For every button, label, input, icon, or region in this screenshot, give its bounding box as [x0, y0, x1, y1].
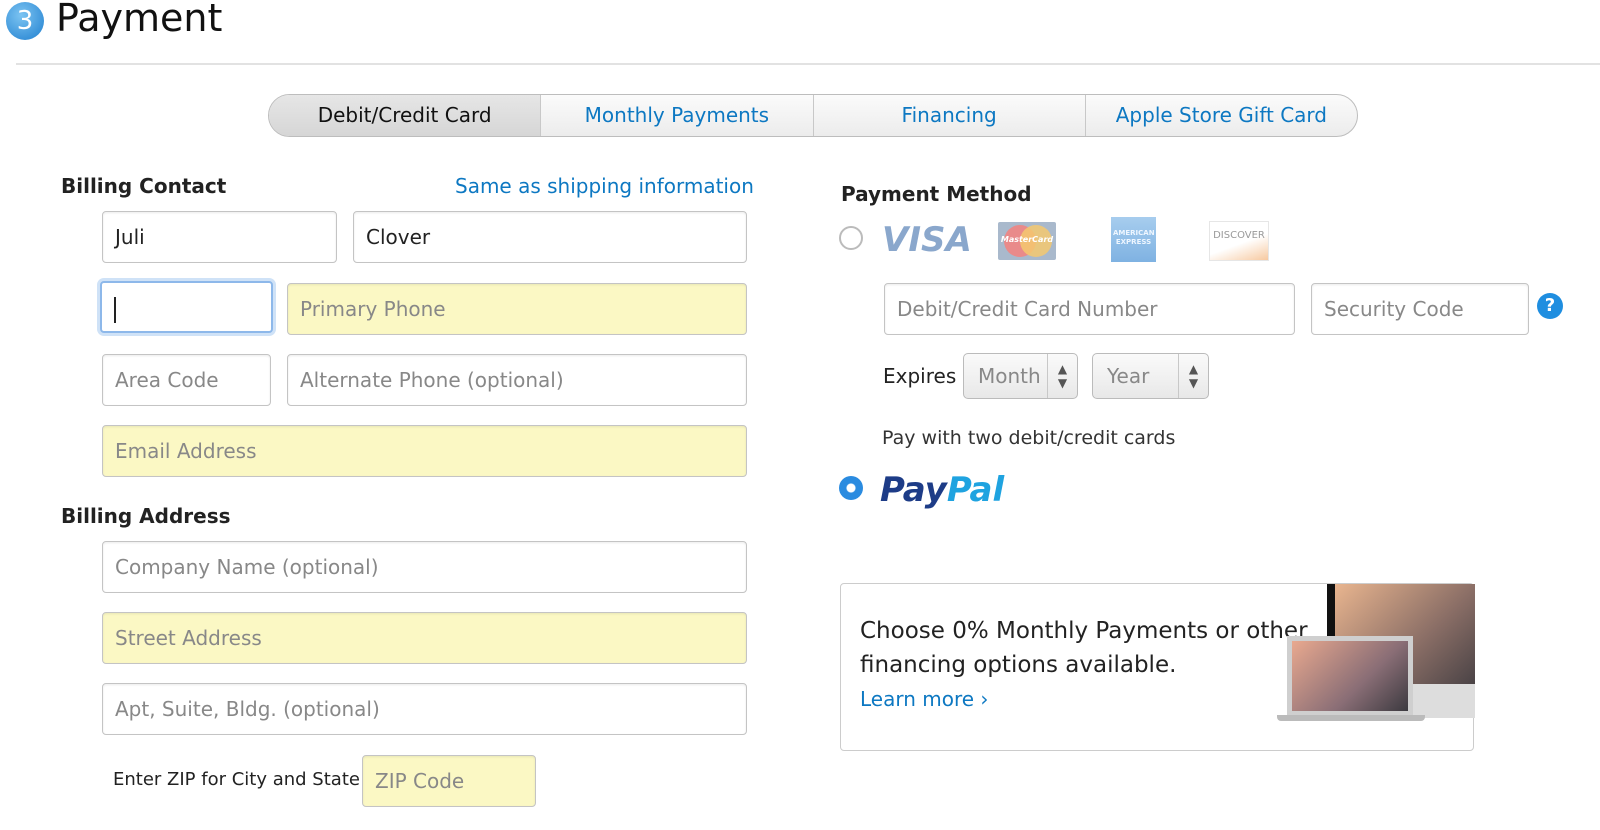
visa-logo: VISA: [882, 220, 972, 260]
tab-debit-credit-card[interactable]: Debit/Credit Card: [269, 95, 541, 136]
zip-input[interactable]: ZIP Code: [362, 755, 536, 807]
macbook-base: [1277, 715, 1425, 721]
month-select[interactable]: Month ▲ ▼: [963, 353, 1078, 399]
two-cards-link[interactable]: Pay with two debit/credit cards: [882, 427, 1175, 449]
help-icon[interactable]: ?: [1537, 293, 1563, 319]
year-value: Year: [1107, 364, 1150, 388]
promo-line-2: financing options available.: [860, 652, 1177, 678]
month-value: Month: [978, 364, 1041, 388]
paypal-pay: Pay: [880, 470, 947, 510]
paypal-logo: PayPal: [880, 470, 1004, 510]
primary-phone-input[interactable]: Primary Phone: [287, 283, 747, 335]
billing-contact-heading: Billing Contact: [61, 174, 227, 198]
amex-logo: American Express: [1111, 217, 1156, 262]
same-as-shipping-link[interactable]: Same as shipping information: [455, 174, 754, 198]
expires-label: Expires: [883, 364, 957, 388]
mastercard-logo: MasterCard: [998, 222, 1056, 260]
email-input[interactable]: Email Address: [102, 425, 747, 477]
company-input[interactable]: Company Name (optional): [102, 541, 747, 593]
mastercard-logo-text: MasterCard: [1000, 235, 1054, 244]
area-code-input[interactable]: Area Code: [102, 354, 271, 406]
tab-monthly-payments[interactable]: Monthly Payments: [540, 95, 812, 136]
first-name-input[interactable]: Juli: [102, 211, 337, 263]
tab-gift-card[interactable]: Apple Store Gift Card: [1084, 95, 1357, 136]
payment-method-heading: Payment Method: [841, 182, 1032, 206]
billing-address-heading: Billing Address: [61, 504, 231, 528]
apt-input[interactable]: Apt, Suite, Bldg. (optional): [102, 683, 747, 735]
year-select[interactable]: Year ▲ ▼: [1092, 353, 1209, 399]
street-input[interactable]: Street Address: [102, 612, 747, 664]
macbook-image: [1287, 636, 1413, 716]
learn-more-link[interactable]: Learn more ›: [860, 687, 988, 711]
amex-logo-text: American Express: [1113, 229, 1155, 246]
paypal-pal: Pal: [946, 470, 1005, 510]
security-code-input[interactable]: Security Code: [1311, 283, 1529, 335]
area-code-input-focused[interactable]: [100, 281, 273, 333]
discover-logo: DISCOVER: [1209, 221, 1269, 261]
promo-line-1: Choose 0% Monthly Payments or other: [860, 618, 1308, 644]
card-number-input[interactable]: Debit/Credit Card Number: [884, 283, 1295, 335]
text-cursor: [114, 296, 116, 323]
paypal-radio[interactable]: [839, 476, 863, 500]
divider: [16, 63, 1600, 65]
updown-icon: ▲ ▼: [1178, 354, 1208, 398]
promo-text: Choose 0% Monthly Payments or other finan…: [860, 614, 1308, 682]
imac-stand: [1407, 684, 1475, 718]
card-radio[interactable]: [839, 226, 863, 250]
tab-financing[interactable]: Financing: [812, 95, 1085, 136]
payment-tabs: Debit/Credit Card Monthly Payments Finan…: [268, 94, 1358, 137]
financing-promo: Choose 0% Monthly Payments or other finan…: [840, 583, 1475, 751]
updown-icon: ▲ ▼: [1047, 354, 1077, 398]
alternate-phone-input[interactable]: Alternate Phone (optional): [287, 354, 747, 406]
last-name-input[interactable]: Clover: [353, 211, 747, 263]
page-title: Payment: [56, 0, 223, 40]
zip-label: Enter ZIP for City and State: [113, 769, 360, 790]
step-number-badge: 3: [6, 2, 44, 40]
